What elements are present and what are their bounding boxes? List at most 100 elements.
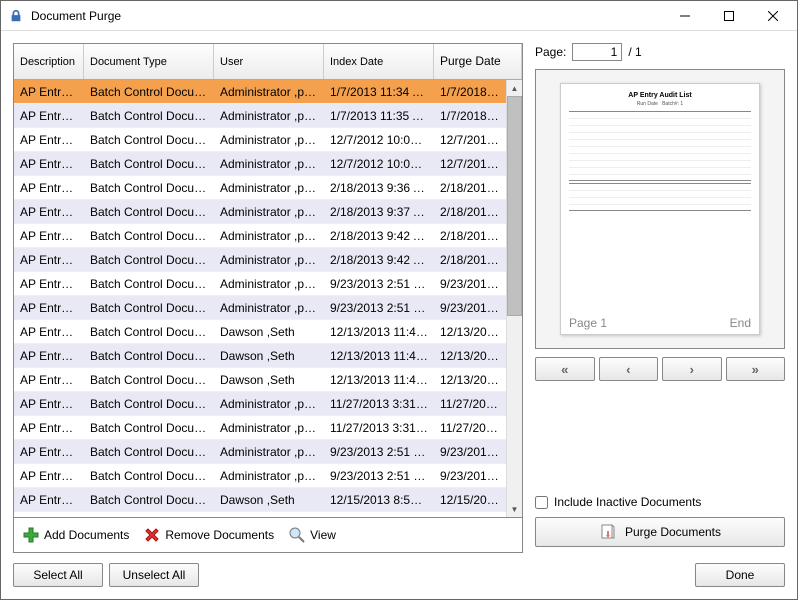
left-pane: Description Document Type User Index Dat… xyxy=(13,43,523,587)
table-cell: Administrator ,pVault xyxy=(214,445,324,459)
table-cell: Administrator ,pVault xyxy=(214,397,324,411)
scroll-up-icon[interactable]: ▲ xyxy=(507,80,522,96)
table-row[interactable]: AP Entry -...Batch Control DocumentAdmin… xyxy=(14,416,506,440)
add-documents-label: Add Documents xyxy=(44,528,129,542)
view-label: View xyxy=(310,528,336,542)
table-row[interactable]: AP Entry -...Batch Control DocumentAdmin… xyxy=(14,224,506,248)
table-cell: AP Entry -... xyxy=(14,157,84,171)
table-cell: 11/27/201... xyxy=(434,397,506,411)
table-row[interactable]: AP Entry -...Batch Control DocumentDawso… xyxy=(14,344,506,368)
document-preview[interactable]: AP Entry Audit List Run Date Batch#: 1 P… xyxy=(535,69,785,349)
column-purge-date[interactable]: Purge Date xyxy=(434,44,522,79)
table-row[interactable]: AP Entry -...Batch Control DocumentAdmin… xyxy=(14,248,506,272)
right-pane: Page: / 1 AP Entry Audit List Run Date B… xyxy=(535,43,785,587)
table-cell: Batch Control Document xyxy=(84,181,214,195)
select-all-button[interactable]: Select All xyxy=(13,563,103,587)
table-cell: 2/18/2013 9:36 AM xyxy=(324,181,434,195)
include-inactive-checkbox[interactable] xyxy=(535,496,548,509)
table-row[interactable]: AP Entry -...Batch Control DocumentDawso… xyxy=(14,488,506,512)
table-row[interactable]: AP Entry -...Batch Control DocumentAdmin… xyxy=(14,80,506,104)
table-row[interactable]: AP Entry -...Batch Control DocumentAdmin… xyxy=(14,104,506,128)
done-button[interactable]: Done xyxy=(695,563,785,587)
table-row[interactable]: AP Entry -...Batch Control DocumentAdmin… xyxy=(14,152,506,176)
table-row[interactable]: AP Entry -...Batch Control DocumentAdmin… xyxy=(14,464,506,488)
table-cell: AP Entry -... xyxy=(14,205,84,219)
table-cell: 2/18/2013 9:42 AM xyxy=(324,229,434,243)
table-cell: 12/15/2013 8:57 PM xyxy=(324,517,434,518)
view-button[interactable]: View xyxy=(284,524,340,546)
table-cell: Batch Control Document xyxy=(84,469,214,483)
table-row[interactable]: AP Entry -...Batch Control DocumentDawso… xyxy=(14,368,506,392)
table-cell: Dawson ,Seth xyxy=(214,349,324,363)
table-cell: 11/27/201... xyxy=(434,421,506,435)
content-area: Description Document Type User Index Dat… xyxy=(1,31,797,599)
table-cell: 12/13/201... xyxy=(434,373,506,387)
purge-documents-button[interactable]: Purge Documents xyxy=(535,517,785,547)
page-indicator: Page: / 1 xyxy=(535,43,785,61)
table-cell: Dawson ,Seth xyxy=(214,493,324,507)
last-page-button[interactable]: » xyxy=(726,357,786,381)
table-cell: Batch Control Document xyxy=(84,133,214,147)
table-cell: Administrator ,pVault xyxy=(214,421,324,435)
table-cell: 9/23/2013 2:51 PM xyxy=(324,469,434,483)
minimize-button[interactable] xyxy=(663,2,707,30)
maximize-button[interactable] xyxy=(707,2,751,30)
first-page-button[interactable]: « xyxy=(535,357,595,381)
table-cell: AP Entry -... xyxy=(14,277,84,291)
table-cell: Batch Control Document xyxy=(84,397,214,411)
page-nav: « ‹ › » xyxy=(535,357,785,381)
table-cell: Batch Control Document xyxy=(84,349,214,363)
table-cell: 2/18/2013 9:37 AM xyxy=(324,205,434,219)
table-cell: AP Entry -... xyxy=(14,109,84,123)
purge-documents-label: Purge Documents xyxy=(625,525,721,539)
table-cell: 12/15/201... xyxy=(434,517,506,518)
table-cell: 12/13/2013 11:42 AM xyxy=(324,349,434,363)
table-cell: AP Entry -... xyxy=(14,253,84,267)
table-row[interactable]: AP Entry -...Batch Control DocumentAdmin… xyxy=(14,296,506,320)
table-row[interactable]: AP Entry -...Batch Control DocumentAdmin… xyxy=(14,176,506,200)
remove-documents-label: Remove Documents xyxy=(165,528,274,542)
table-cell: AP Entry -... xyxy=(14,181,84,195)
table-row[interactable]: AP Entry -...Batch Control DocumentAdmin… xyxy=(14,128,506,152)
remove-documents-button[interactable]: Remove Documents xyxy=(139,524,278,546)
next-page-button[interactable]: › xyxy=(662,357,722,381)
table-cell: Batch Control Document xyxy=(84,229,214,243)
table-cell: Administrator ,pVault xyxy=(214,181,324,195)
table-row[interactable]: AP Entry -...Batch Control DocumentDawso… xyxy=(14,320,506,344)
close-button[interactable] xyxy=(751,2,795,30)
table-cell: AP Entry -... xyxy=(14,517,84,518)
add-documents-button[interactable]: Add Documents xyxy=(18,524,133,546)
magnifier-icon xyxy=(288,526,306,544)
table-cell: Batch Control Document xyxy=(84,445,214,459)
table-cell: Batch Control Document xyxy=(84,157,214,171)
table-row[interactable]: AP Entry -...Batch Control DocumentAdmin… xyxy=(14,392,506,416)
scroll-track[interactable] xyxy=(507,316,522,501)
table-cell: AP Entry -... xyxy=(14,421,84,435)
include-inactive-row: Include Inactive Documents xyxy=(535,495,785,509)
table-cell: 12/15/2013 8:57 PM xyxy=(324,493,434,507)
table-cell: Administrator ,pVault xyxy=(214,253,324,267)
table-row[interactable]: AP Entry -...Batch Control DocumentAdmin… xyxy=(14,200,506,224)
selection-buttons: Select All Unselect All xyxy=(13,553,523,587)
table-cell: 12/7/2012 10:05 AM xyxy=(324,133,434,147)
prev-page-button[interactable]: ‹ xyxy=(599,357,659,381)
column-document-type[interactable]: Document Type xyxy=(84,44,214,79)
scroll-down-icon[interactable]: ▼ xyxy=(507,501,522,517)
x-icon xyxy=(143,526,161,544)
column-user[interactable]: User xyxy=(214,44,324,79)
table-row[interactable]: AP Entry -...Batch Control DocumentAdmin… xyxy=(14,440,506,464)
unselect-all-button[interactable]: Unselect All xyxy=(109,563,199,587)
table-cell: 2/18/2018... xyxy=(434,229,506,243)
table-cell: Batch Control Document xyxy=(84,205,214,219)
table-cell: AP Entry -... xyxy=(14,445,84,459)
table-cell: Batch Control Document xyxy=(84,325,214,339)
table-row[interactable]: AP Entry -...Batch Control DocumentAdmin… xyxy=(14,272,506,296)
column-index-date[interactable]: Index Date xyxy=(324,44,434,79)
scroll-thumb[interactable] xyxy=(507,96,522,316)
table-row[interactable]: AP Entry -...Batch Control DocumentDawso… xyxy=(14,512,506,517)
column-description[interactable]: Description xyxy=(14,44,84,79)
table-cell: 12/7/2012 10:05 AM xyxy=(324,157,434,171)
page-input[interactable] xyxy=(572,43,622,61)
table-cell: AP Entry -... xyxy=(14,229,84,243)
vertical-scrollbar[interactable]: ▲ ▼ xyxy=(506,80,522,517)
